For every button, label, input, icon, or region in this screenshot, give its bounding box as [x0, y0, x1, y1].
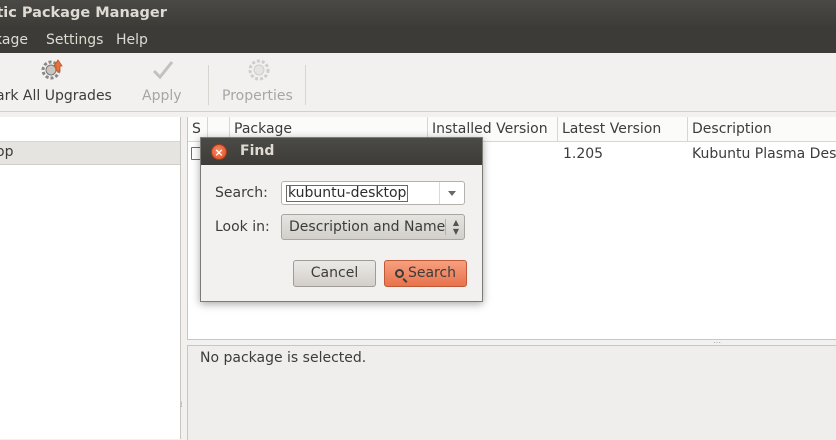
checkmark-icon [152, 61, 174, 80]
up-down-arrows-icon: ▲ ▼ [452, 218, 459, 236]
search-button-label: Search [407, 265, 457, 281]
search-input[interactable]: kubuntu-desktop [281, 181, 465, 205]
details-text: No package is selected. [200, 350, 367, 366]
description-cell: Kubuntu Plasma Desk [692, 146, 836, 162]
sidebar-header [0, 117, 180, 142]
properties-label: Properties [222, 88, 293, 104]
apply-label: Apply [142, 88, 182, 104]
window-title: ptic Package Manager [0, 5, 167, 21]
search-label: Search: [215, 185, 268, 201]
sidebar-selected-item[interactable]: op [0, 142, 180, 165]
select-divider [445, 219, 446, 235]
window-titlebar: ptic Package Manager [0, 0, 836, 28]
search-button[interactable]: Search [384, 260, 467, 287]
cancel-label: Cancel [310, 265, 359, 281]
dialog-titlebar: × Find [201, 138, 482, 165]
look-in-label: Look in: [215, 219, 270, 235]
menu-help[interactable]: Help [116, 32, 148, 48]
filter-sidebar: op [0, 117, 181, 439]
look-in-select[interactable]: Description and Name ▲ ▼ [281, 214, 465, 240]
dialog-title: Find [240, 143, 275, 159]
menu-package[interactable]: kage [0, 32, 28, 48]
pane-resize-handle[interactable]: ⁞ [180, 400, 186, 410]
menu-settings[interactable]: Settings [46, 32, 103, 48]
package-details: No package is selected. [187, 345, 836, 440]
toolbar-separator [305, 65, 306, 105]
chevron-down-icon[interactable] [439, 182, 464, 204]
find-dialog: × Find Search: kubuntu-desktop Look in: … [200, 137, 483, 302]
column-latest-version[interactable]: Latest Version [558, 117, 688, 142]
close-icon[interactable]: × [211, 144, 227, 160]
properties-gear-icon [248, 59, 270, 81]
toolbar: ark All Upgrades Apply Properties [0, 53, 836, 112]
look-in-value: Description and Name [289, 219, 446, 235]
sidebar-item-label: op [0, 144, 14, 160]
magnifier-icon [394, 269, 404, 278]
mark-all-upgrades-label: ark All Upgrades [0, 88, 112, 104]
menubar: kage Settings Help [0, 28, 836, 53]
column-description[interactable]: Description [688, 117, 836, 142]
latest-version-cell: 1.205 [563, 146, 604, 162]
upgrade-gear-icon [41, 59, 63, 80]
cancel-button[interactable]: Cancel [293, 260, 376, 287]
toolbar-separator [208, 65, 209, 105]
search-input-value: kubuntu-desktop [286, 185, 409, 202]
